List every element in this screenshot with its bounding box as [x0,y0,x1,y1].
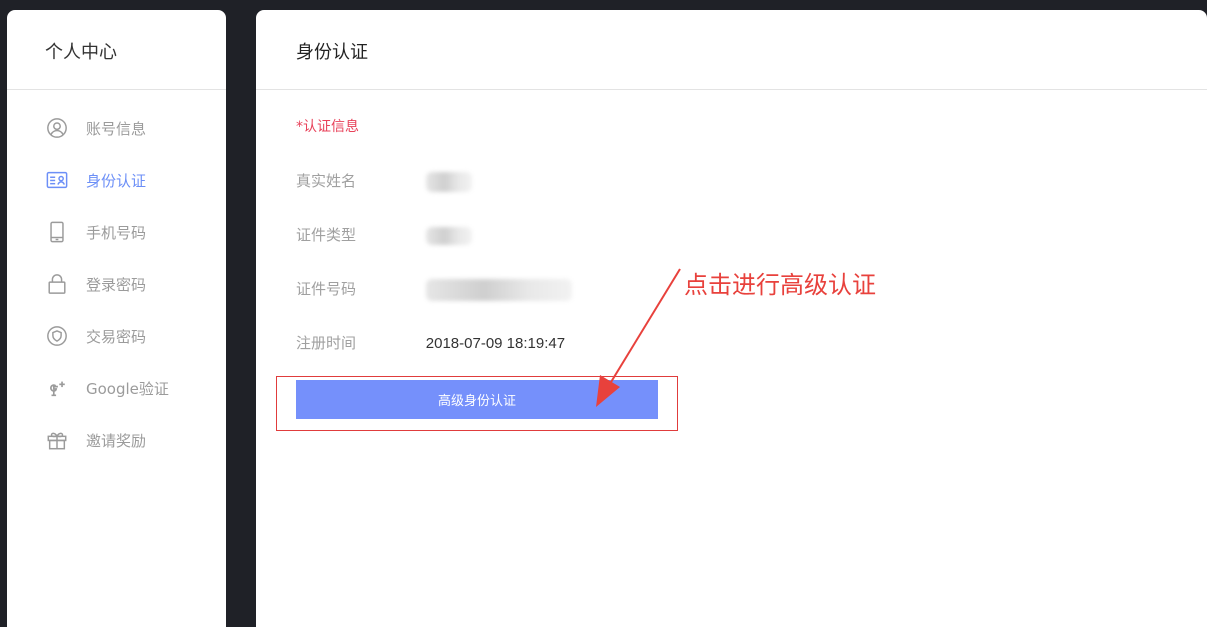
gift-icon [45,428,69,452]
sidebar-title: 个人中心 [7,10,226,90]
sidebar-item-google-auth[interactable]: Google验证 [7,362,226,414]
redacted-value [425,171,472,192]
info-row-real-name: 真实姓名 [296,170,472,192]
sidebar-item-label: 交易密码 [86,327,147,346]
field-label: 注册时间 [296,334,357,352]
shield-icon [45,324,69,348]
sidebar-item-label: 身份认证 [86,171,147,190]
sidebar-item-label: 邀请奖励 [86,431,147,450]
info-row-id-type: 证件类型 [296,224,472,245]
id-card-icon [45,168,69,192]
sidebar-item-identity-verification[interactable]: 身份认证 [7,154,226,206]
sidebar-item-phone[interactable]: 手机号码 [7,206,226,258]
section-title: *认证信息 [296,119,359,135]
google-plus-icon [45,376,69,400]
field-label: 证件类型 [296,226,357,244]
phone-icon [45,220,69,244]
sidebar-item-label: 手机号码 [86,223,147,242]
main-panel: 身份认证 *认证信息 真实姓名 证件类型 证件号码 注册时间 2018-07-0… [256,10,1207,627]
annotation-arrow [596,268,681,407]
sidebar-item-invite-reward[interactable]: 邀请奖励 [7,414,226,466]
info-row-id-number: 证件号码 [296,278,572,301]
info-row-register-time: 注册时间 2018-07-09 18:19:47 [296,332,565,353]
sidebar-item-login-password[interactable]: 登录密码 [7,258,226,310]
field-label: 真实姓名 [296,172,357,190]
sidebar-item-label: 账号信息 [86,119,147,138]
sidebar-item-trade-password[interactable]: 交易密码 [7,310,226,362]
sidebar-menu: 账号信息 身份认证 手机号码 登录密码 交易密码 Google验证 邀请奖励 [7,90,226,466]
redacted-value [425,226,472,245]
register-time-value: 2018-07-09 18:19:47 [425,335,566,352]
field-label: 证件号码 [296,280,357,298]
lock-icon [45,272,69,296]
sidebar-item-label: Google验证 [86,379,169,398]
sidebar-item-label: 登录密码 [86,275,147,294]
sidebar-item-account-info[interactable]: 账号信息 [7,102,226,154]
annotation-text: 点击进行高级认证 [684,271,876,299]
sidebar: 个人中心 账号信息 身份认证 手机号码 登录密码 交易密码 Google验证 邀… [7,10,226,627]
redacted-value [425,278,572,301]
page-title: 身份认证 [256,10,1207,90]
user-circle-icon [45,116,69,140]
